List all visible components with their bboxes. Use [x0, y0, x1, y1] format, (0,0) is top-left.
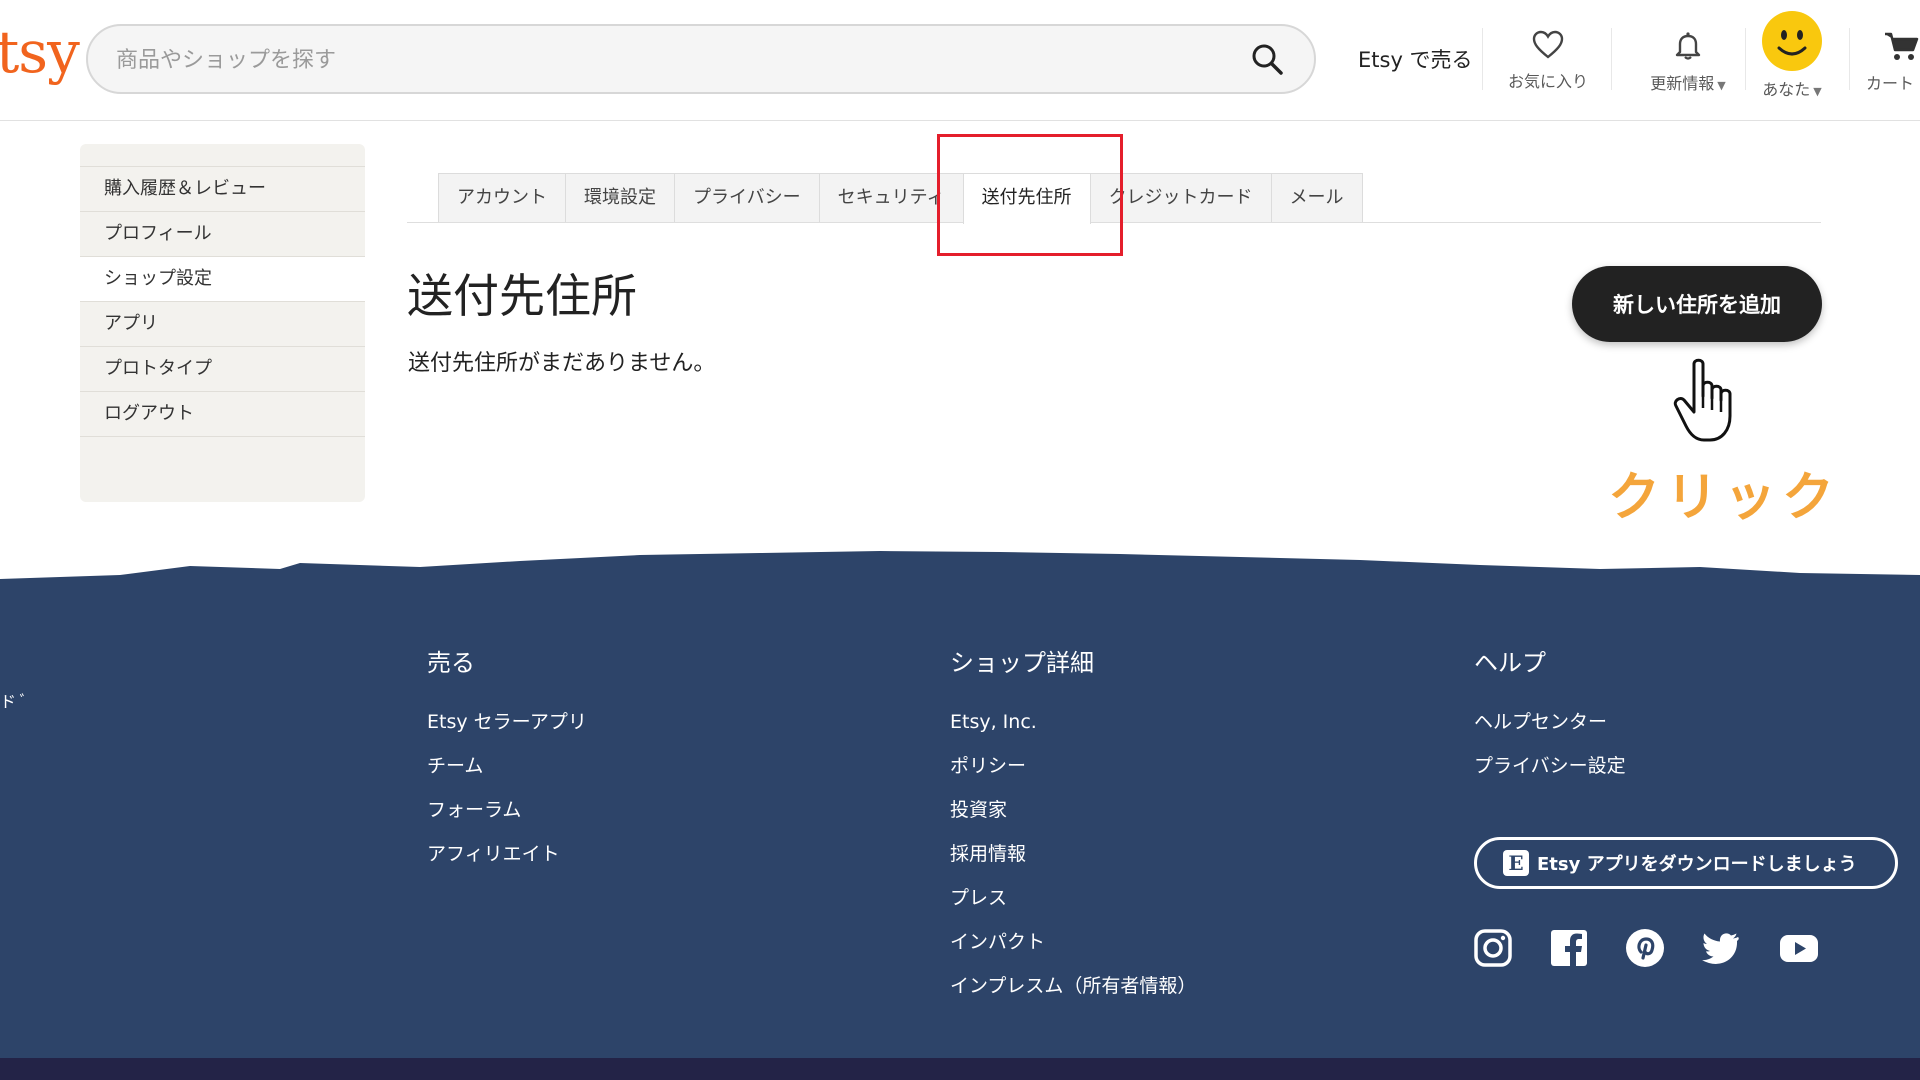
etsy-app-icon: E: [1503, 850, 1529, 876]
nav-divider: [1745, 28, 1746, 90]
favorites-button[interactable]: お気に入り: [1500, 24, 1596, 104]
settings-tabs: アカウント 環境設定 プライバシー セキュリティ 送付先住所 クレジットカード …: [438, 173, 1363, 224]
footer-wave: [0, 551, 1920, 595]
footer-link[interactable]: 投資家: [950, 788, 1196, 832]
footer-link[interactable]: 採用情報: [950, 832, 1196, 876]
tab-account[interactable]: アカウント: [438, 173, 566, 222]
footer-link[interactable]: ド: [0, 692, 16, 711]
settings-sidebar: 購入履歴＆レビュー プロフィール ショップ設定 アプリ プロトタイプ ログアウト: [80, 144, 365, 502]
footer-column-shop-details: ショップ詳細 Etsy, Inc. ポリシー 投資家 採用情報 プレス インパク…: [950, 643, 1196, 1008]
page-title: 送付先住所: [407, 269, 637, 323]
search-bar[interactable]: [86, 24, 1316, 94]
add-address-button[interactable]: 新しい住所を追加: [1572, 266, 1822, 342]
account-button[interactable]: あなた ▼: [1748, 10, 1836, 99]
footer-link[interactable]: Etsy セラーアプリ: [427, 700, 587, 744]
cart-icon: [1885, 32, 1919, 60]
footer-link[interactable]: アフィリエイト: [427, 832, 587, 876]
footer-link[interactable]: ヘルプセンター: [1474, 700, 1626, 744]
site-footer: ド ﾞ 売る Etsy セラーアプリ チーム フォーラム アフィリエイト ショッ…: [0, 593, 1920, 1058]
pinterest-icon[interactable]: [1624, 927, 1666, 969]
etsy-logo[interactable]: tsy: [0, 18, 80, 86]
sidebar-item-prototypes[interactable]: プロトタイプ: [80, 346, 365, 391]
footer-link[interactable]: チーム: [427, 744, 587, 788]
search-input[interactable]: [114, 40, 1218, 80]
tab-email[interactable]: メール: [1270, 173, 1363, 222]
download-app-button[interactable]: E Etsy アプリをダウンロードしましょう: [1474, 837, 1898, 889]
sell-on-etsy-link[interactable]: Etsy で売る: [1358, 44, 1473, 74]
search-icon[interactable]: [1250, 42, 1284, 76]
tab-privacy[interactable]: プライバシー: [674, 173, 820, 222]
instagram-icon[interactable]: [1472, 927, 1514, 969]
chevron-down-icon: ▼: [1717, 79, 1726, 92]
nav-divider: [1482, 28, 1483, 90]
footer-link[interactable]: インパクト: [950, 920, 1196, 964]
sidebar-item-apps[interactable]: アプリ: [80, 301, 365, 346]
footer-link[interactable]: プライバシー設定: [1474, 744, 1626, 788]
footer-bottom-bar: [0, 1058, 1920, 1080]
sidebar-item-purchases[interactable]: 購入履歴＆レビュー: [80, 166, 365, 211]
empty-address-message: 送付先住所がまだありません。: [408, 351, 716, 376]
footer-link[interactable]: ポリシー: [950, 744, 1196, 788]
footer-heading-sell: 売る: [427, 649, 475, 677]
facebook-icon[interactable]: [1548, 927, 1590, 969]
tab-highlight-annotation: [937, 134, 1123, 256]
footer-column-help: ヘルプ ヘルプセンター プライバシー設定: [1474, 643, 1626, 788]
click-annotation-label: クリック: [1608, 468, 1841, 528]
avatar-smiley-icon: [1762, 11, 1822, 71]
footer-link[interactable]: Etsy, Inc.: [950, 700, 1196, 744]
footer-column-partial: ド ﾞ: [0, 688, 28, 712]
updates-label: 更新情報 ▼: [1650, 74, 1726, 93]
sidebar-item-profile[interactable]: プロフィール: [80, 211, 365, 256]
footer-column-sell: 売る Etsy セラーアプリ チーム フォーラム アフィリエイト: [427, 643, 587, 876]
chevron-down-icon: ▼: [1813, 85, 1822, 98]
heart-icon: [1532, 30, 1564, 59]
footer-heading-help: ヘルプ: [1474, 649, 1546, 677]
footer-link[interactable]: インプレスム（所有者情報）: [950, 964, 1196, 1008]
cart-button[interactable]: カート: [1866, 24, 1920, 104]
download-app-label: Etsy アプリをダウンロードしましょう: [1537, 854, 1857, 875]
cart-label: カート: [1866, 74, 1915, 93]
updates-button[interactable]: 更新情報 ▼: [1626, 24, 1750, 104]
sidebar-item-shop-settings[interactable]: ショップ設定: [80, 256, 365, 301]
sidebar-item-logout[interactable]: ログアウト: [80, 391, 365, 437]
nav-divider: [1849, 28, 1850, 90]
twitter-icon[interactable]: [1700, 927, 1742, 969]
favorites-label: お気に入り: [1507, 72, 1588, 91]
site-header: tsy Etsy で売る お気に入り 更新情報▼ あなた▼: [0, 0, 1920, 121]
footer-link[interactable]: プレス: [950, 876, 1196, 920]
footer-heading-shop: ショップ詳細: [950, 649, 1094, 677]
account-label: あなた ▼: [1762, 80, 1822, 99]
bell-icon: [1675, 32, 1701, 60]
tab-preferences[interactable]: 環境設定: [565, 173, 675, 222]
nav-divider: [1611, 28, 1612, 90]
pointer-hand-icon: [1673, 358, 1732, 442]
footer-link[interactable]: フォーラム: [427, 788, 587, 832]
youtube-icon[interactable]: [1778, 927, 1820, 969]
